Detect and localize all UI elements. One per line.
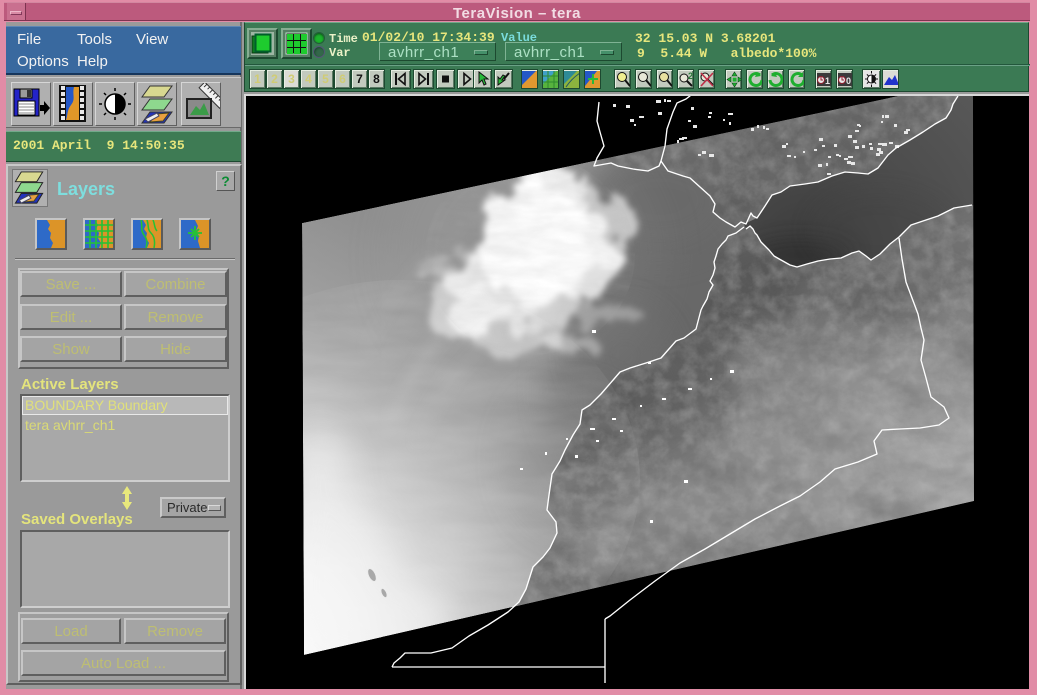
svg-text:0: 0 <box>846 76 851 86</box>
svg-text:2: 2 <box>688 71 693 81</box>
svg-text:1: 1 <box>825 76 830 86</box>
